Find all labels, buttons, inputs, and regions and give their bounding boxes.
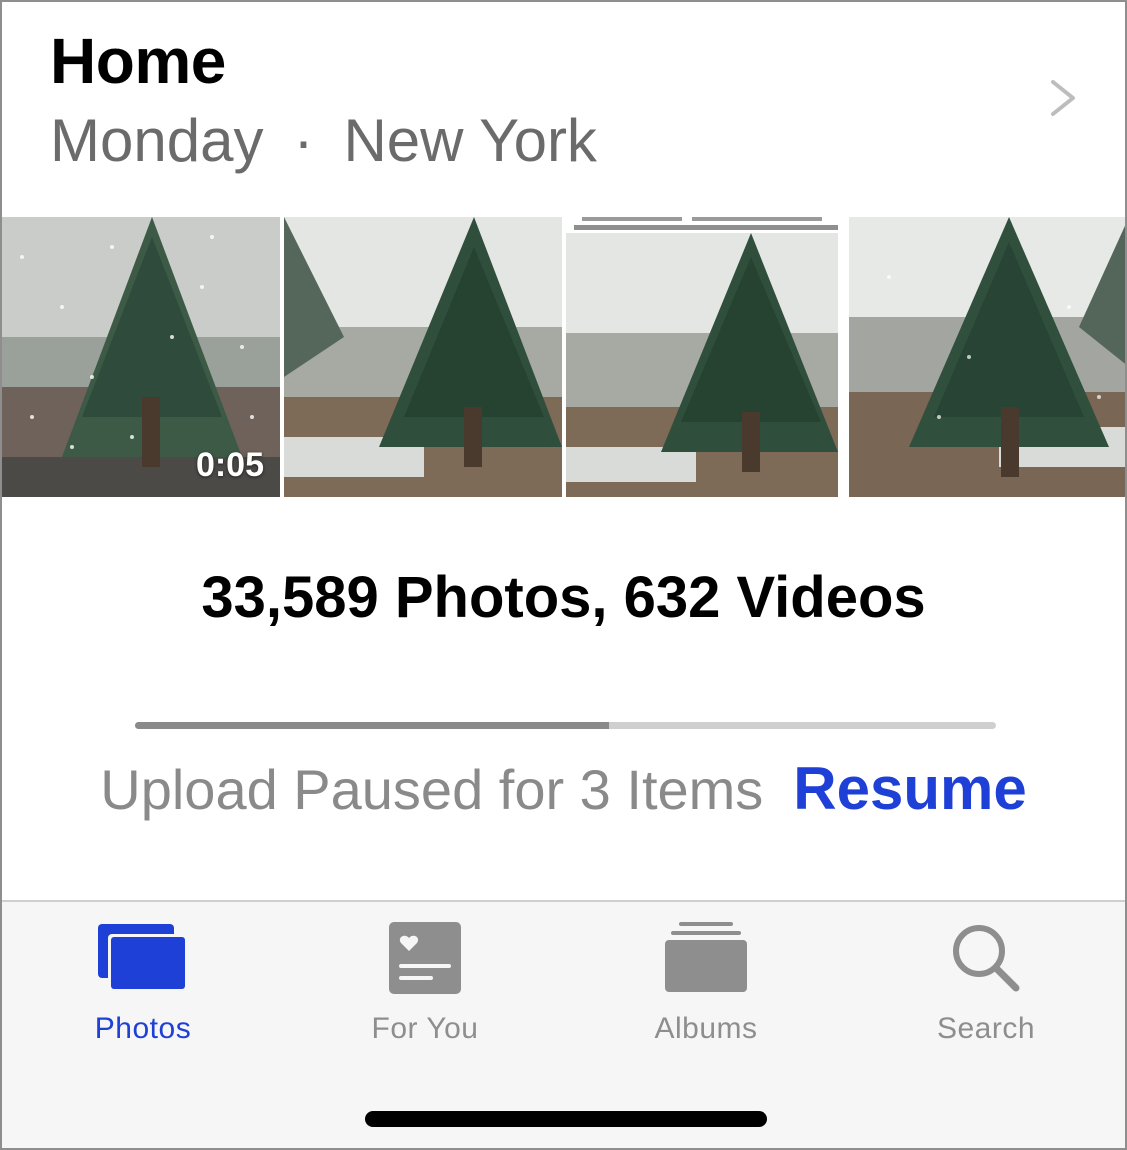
thumbnail-strip: 0:05	[2, 217, 1125, 497]
day-label: Monday	[50, 107, 264, 174]
upload-status-text: Upload Paused for 3 Items	[100, 758, 764, 821]
video-duration: 0:05	[195, 446, 264, 484]
thumbnail-photo[interactable]	[284, 217, 562, 497]
section-title: Home	[50, 25, 226, 97]
tab-albums[interactable]: Albums	[606, 902, 806, 1062]
upload-progress-fill	[135, 722, 609, 729]
library-counts: 33,589 Photos, 632 Videos	[201, 565, 926, 630]
thumbnail-photo[interactable]	[849, 217, 1125, 497]
tab-label: Photos	[94, 1012, 192, 1045]
location-label: New York	[343, 107, 597, 174]
resume-button[interactable]: Resume	[793, 754, 1026, 823]
tab-label: Albums	[654, 1012, 758, 1045]
moments-header[interactable]: Home Monday · New York	[2, 2, 1125, 217]
upload-status-row: Upload Paused for 3 Items Resume	[2, 754, 1125, 823]
tab-photos[interactable]: Photos	[43, 902, 243, 1062]
subtitle-separator: ·	[293, 107, 314, 174]
tab-search[interactable]: Search	[886, 902, 1086, 1062]
snowy-tree-image	[284, 217, 562, 497]
app-screen: Home Monday · New York 0:05 33,589 Photo…	[0, 0, 1127, 1150]
section-subtitle: Monday · New York	[50, 106, 597, 175]
chevron-right-icon[interactable]	[1047, 78, 1081, 118]
tab-label: For You	[371, 1012, 479, 1045]
home-indicator[interactable]	[365, 1111, 767, 1127]
for-you-icon	[389, 922, 461, 994]
tab-label: Search	[936, 1012, 1036, 1045]
tab-for-you[interactable]: For You	[325, 902, 525, 1062]
albums-icon	[665, 922, 747, 992]
thumbnail-video[interactable]: 0:05	[2, 217, 280, 497]
snowy-tree-image	[566, 217, 844, 497]
snowy-tree-image	[849, 217, 1125, 497]
photos-icon	[98, 924, 186, 990]
thumbnail-photo-stack[interactable]	[566, 217, 844, 497]
upload-progress-bar	[135, 722, 996, 729]
search-icon	[953, 925, 1020, 992]
